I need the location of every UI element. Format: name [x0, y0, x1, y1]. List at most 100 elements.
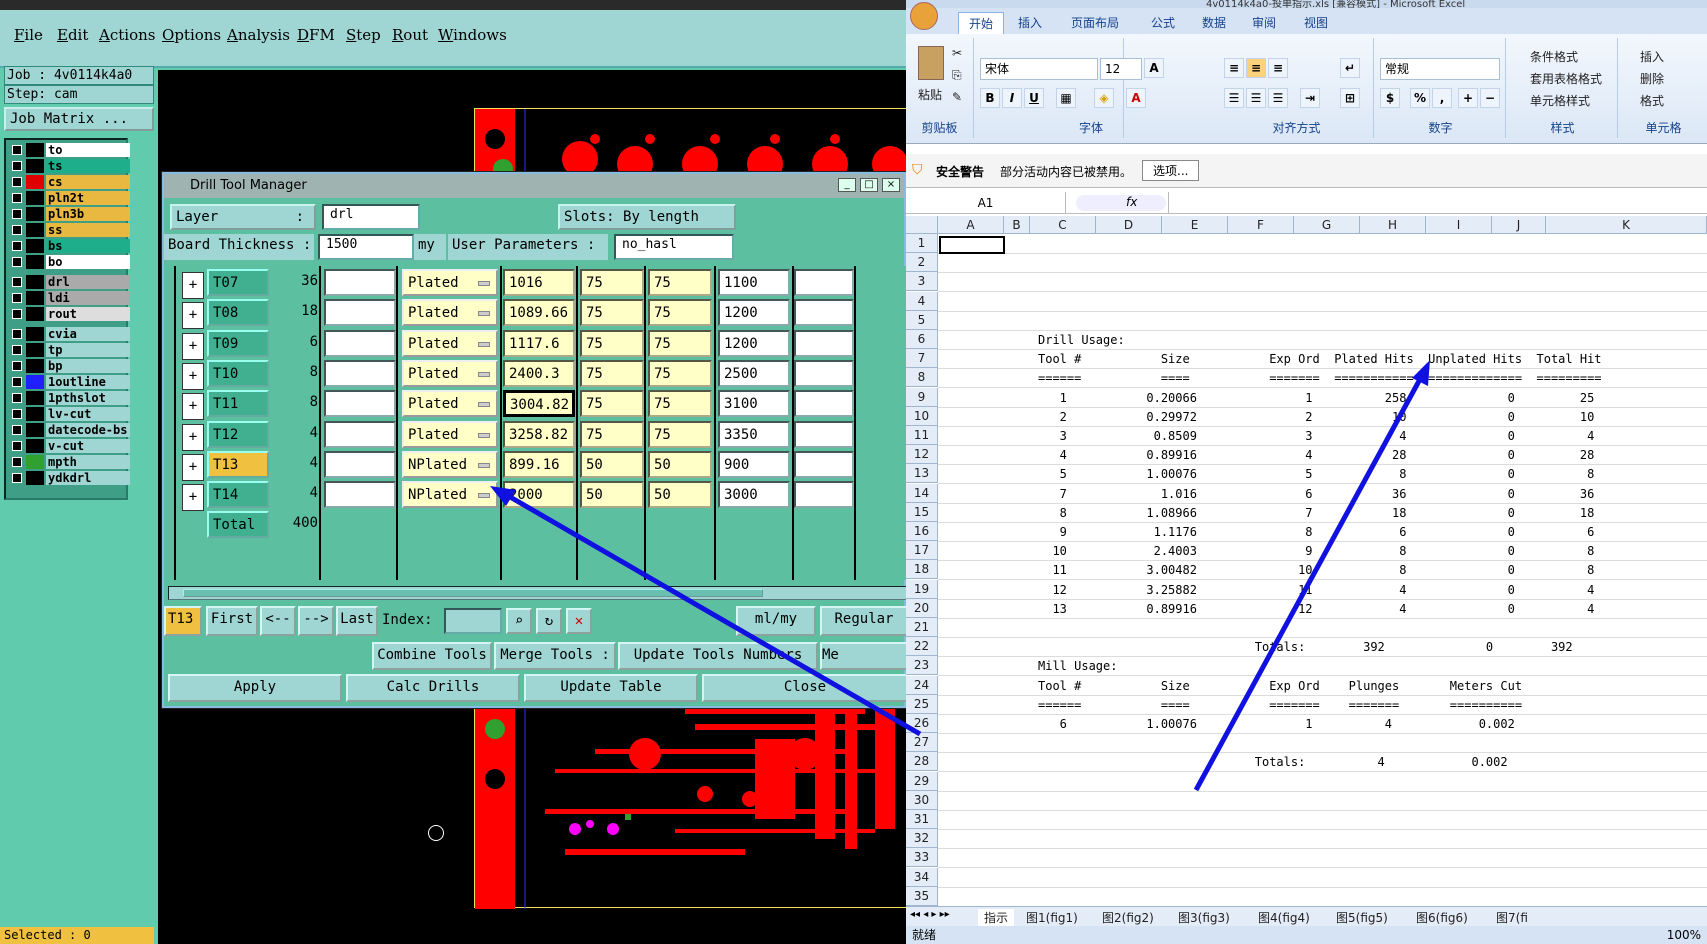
tol-plus-field[interactable]: 50 [580, 450, 644, 478]
layer-checkbox[interactable] [12, 209, 22, 219]
sheet-tab[interactable]: 图1(fig1) [1026, 909, 1078, 926]
function-icon[interactable]: fx [1126, 195, 1137, 209]
cancel-icon[interactable]: ✕ [566, 608, 592, 634]
layer-row[interactable]: to [8, 142, 130, 158]
row-header[interactable]: 31 [906, 810, 938, 829]
sheet-nav-icon[interactable]: ◂◂ ◂ ▸ ▸▸ [910, 909, 950, 920]
row-header[interactable]: 25 [906, 694, 938, 714]
tool-name[interactable]: T12 [207, 420, 269, 448]
column-header[interactable]: J [1492, 216, 1546, 234]
tab-home[interactable]: 开始 [958, 12, 1005, 34]
plating-select[interactable]: Plated [402, 269, 498, 296]
extra-field[interactable] [794, 329, 854, 357]
tool-comment-field[interactable] [324, 359, 396, 387]
layer-checkbox[interactable] [12, 277, 22, 287]
search-icon[interactable]: ⌕ [506, 608, 532, 634]
plating-select[interactable]: Plated [402, 420, 498, 448]
expand-icon[interactable]: + [182, 272, 204, 299]
menu-windows[interactable]: Windows [438, 26, 507, 44]
maximize-icon[interactable]: □ [860, 178, 878, 192]
row-header[interactable]: 33 [906, 848, 938, 868]
layer-row[interactable]: 1pthslot [8, 390, 130, 406]
layer-row[interactable]: pln2t [8, 190, 130, 206]
menu-analysis[interactable]: Analysis [227, 26, 290, 44]
align-right-icon[interactable]: ☰ [1268, 88, 1288, 108]
layer-row[interactable]: ydkdrl [8, 470, 130, 486]
finish-size-field[interactable]: 3100 [718, 390, 790, 418]
layer-row[interactable]: bp [8, 358, 130, 374]
calc-drills-button[interactable]: Calc Drills [346, 674, 520, 702]
tab-insert[interactable]: 插入 [1018, 14, 1042, 31]
tab-view[interactable]: 视图 [1304, 14, 1328, 31]
row-header[interactable]: 12 [906, 445, 938, 465]
tol-minus-field[interactable]: 75 [648, 329, 712, 357]
layer-checkbox[interactable] [12, 161, 22, 171]
currency-icon[interactable]: $ [1380, 88, 1400, 108]
menu-file[interactable]: File [14, 26, 43, 44]
menu-options[interactable]: Options [162, 26, 221, 44]
next-button[interactable]: --> [298, 606, 334, 636]
layer-checkbox[interactable] [12, 345, 22, 355]
row-header[interactable]: 2 [906, 253, 938, 273]
extra-field[interactable] [794, 481, 854, 509]
layer-row[interactable]: lv-cut [8, 406, 130, 422]
tool-name[interactable]: T13 [207, 450, 269, 478]
column-header[interactable]: E [1162, 216, 1228, 234]
layer-checkbox[interactable] [12, 177, 22, 187]
horizontal-scrollbar[interactable] [168, 586, 908, 600]
layer-checkbox[interactable] [12, 377, 22, 387]
refresh-icon[interactable]: ↻ [536, 608, 562, 634]
extra-field[interactable] [794, 420, 854, 448]
row-header[interactable]: 27 [906, 733, 938, 753]
layer-row[interactable]: cs [8, 174, 130, 190]
prev-button[interactable]: <-- [260, 606, 296, 636]
row-header[interactable]: 9 [906, 387, 938, 407]
layer-row[interactable]: cvia [8, 326, 130, 342]
wrap-text-icon[interactable]: ↵ [1340, 58, 1360, 78]
borders-icon[interactable]: ▦ [1056, 88, 1076, 108]
layer-checkbox[interactable] [12, 473, 22, 483]
tol-minus-field[interactable]: 75 [648, 420, 712, 448]
tab-page-layout[interactable]: 页面布局 [1071, 14, 1119, 31]
update-tools-numbers-select[interactable]: Update Tools Numbers [618, 642, 818, 670]
expand-icon[interactable]: + [182, 484, 204, 512]
tol-plus-field[interactable]: 75 [580, 390, 644, 418]
sheet-tab[interactable]: 图4(fig4) [1258, 909, 1310, 926]
row-header[interactable]: 10 [906, 406, 938, 426]
column-header[interactable]: F [1228, 216, 1294, 234]
row-header[interactable]: 22 [906, 637, 938, 657]
finish-size-field[interactable]: 3350 [718, 420, 790, 448]
column-header[interactable]: C [1030, 216, 1096, 234]
zoom-level[interactable]: 100% [1667, 926, 1701, 944]
sheet-tab[interactable]: 图6(fig6) [1416, 909, 1468, 926]
close-icon[interactable]: × [882, 178, 900, 192]
percent-icon[interactable]: % [1410, 88, 1430, 108]
row-header[interactable]: 26 [906, 714, 938, 733]
tol-minus-field[interactable]: 50 [648, 450, 712, 478]
tool-comment-field[interactable] [324, 390, 396, 418]
sheet-tab[interactable]: 图7(fi [1496, 909, 1528, 926]
first-button[interactable]: First [206, 606, 258, 636]
number-format-select[interactable]: 常规 [1380, 58, 1500, 80]
tol-plus-field[interactable]: 75 [580, 359, 644, 387]
drill-size-field[interactable]: 899.16 [503, 450, 575, 478]
paste-icon[interactable] [918, 46, 944, 80]
menu-rout[interactable]: Rout [392, 26, 428, 44]
layer-checkbox[interactable] [12, 329, 22, 339]
plating-select[interactable]: Plated [402, 329, 498, 357]
layer-checkbox[interactable] [12, 409, 22, 419]
expand-icon[interactable]: + [182, 302, 204, 330]
units-select[interactable]: ml/my [736, 606, 816, 636]
column-header[interactable]: A [938, 216, 1004, 234]
column-header[interactable]: K [1546, 216, 1707, 234]
row-header[interactable]: 8 [906, 368, 938, 388]
increase-decimal-icon[interactable]: + [1458, 88, 1478, 108]
font-name-select[interactable]: 宋体 [980, 58, 1098, 80]
conditional-format-button[interactable]: 条件格式 [1530, 48, 1578, 65]
tol-minus-field[interactable]: 50 [648, 481, 712, 509]
indent-icon[interactable]: ⇥ [1300, 88, 1320, 108]
layer-row[interactable]: ts [8, 158, 130, 174]
align-center-icon[interactable]: ☰ [1246, 88, 1266, 108]
tol-minus-field[interactable]: 75 [648, 299, 712, 327]
plating-select[interactable]: NPlated [402, 481, 498, 509]
